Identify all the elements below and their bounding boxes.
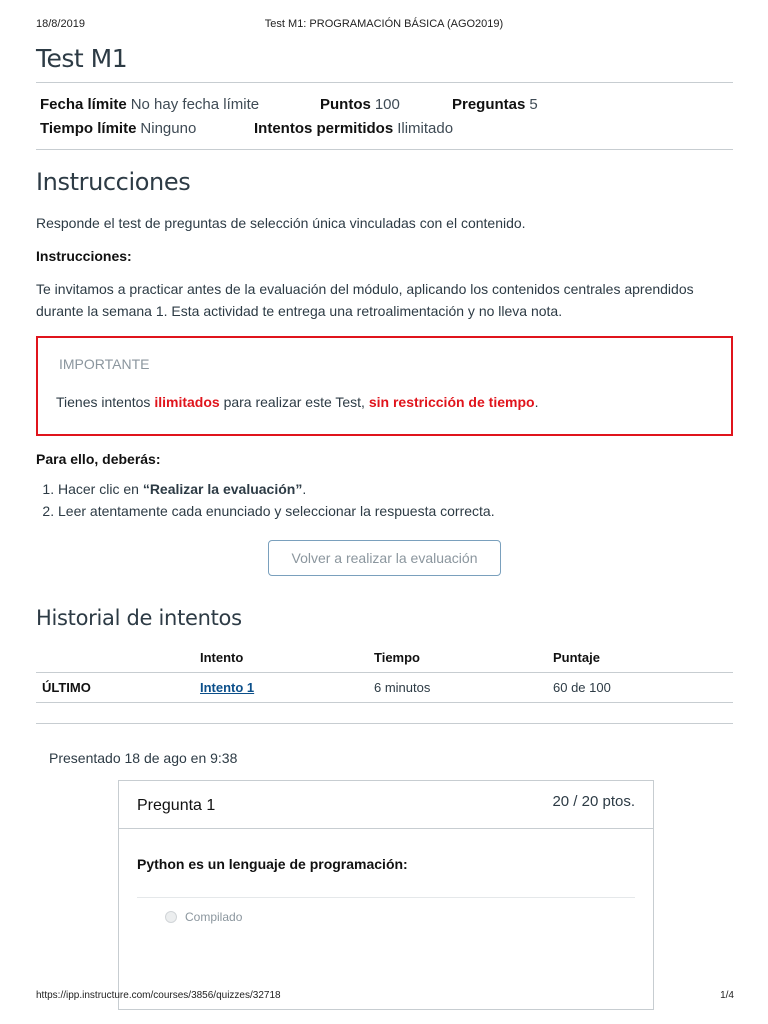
highlight-no-time-limit: sin restricción de tiempo (368, 394, 535, 410)
divider (36, 149, 733, 150)
page-url: https://ipp.instructure.com/courses/3856… (36, 990, 281, 1001)
attempt-time: 6 minutos (374, 672, 553, 703)
questions-detail: Preguntas 5 (452, 96, 538, 113)
column-header: Puntaje (553, 646, 733, 673)
important-title: IMPORTANTE (59, 356, 150, 372)
retake-quiz-button[interactable]: Volver a realizar la evaluación (268, 540, 501, 576)
step-item: Hacer clic en “Realizar la evaluación”. (58, 478, 733, 500)
attempts-detail: Intentos permitidos Ilimitado (254, 120, 454, 137)
highlight-unlimited: ilimitados (154, 394, 220, 410)
answer-label: Compilado (185, 909, 243, 924)
steps-title: Para ello, deberás: (36, 451, 161, 467)
question-header: Pregunta 1 20 / 20 ptos. (119, 780, 653, 829)
attempt-link[interactable]: Intento 1 (200, 680, 254, 695)
step-item: Leer atentamente cada enunciado y selecc… (58, 500, 733, 522)
divider (36, 722, 733, 724)
answer-option[interactable]: Compilado (137, 910, 635, 924)
instructions-intro: Responde el test de preguntas de selecci… (36, 215, 526, 231)
important-notice: IMPORTANTE Tienes intentos ilimitados pa… (36, 336, 733, 436)
question-card: Pregunta 1 20 / 20 ptos. Python es un le… (118, 779, 654, 1010)
column-header: Intento (200, 646, 374, 673)
attempt-history-table: Intento Tiempo Puntaje ÚLTIMO Intento 1 … (36, 646, 733, 703)
submitted-timestamp: Presentado 18 de ago en 9:38 (49, 749, 238, 766)
table-row: ÚLTIMO Intento 1 6 minutos 60 de 100 (36, 672, 733, 703)
quiz-content: Test M1 Fecha límite No hay fecha límite … (36, 40, 733, 1010)
question-points: 20 / 20 ptos. (552, 792, 635, 810)
print-header: 18/8/2019 Test M1: PROGRAMACIÓN BÁSICA (… (0, 0, 768, 36)
column-header: Tiempo (374, 646, 553, 673)
points-detail: Puntos 100 (320, 96, 400, 113)
time-limit-detail: Tiempo límite Ninguno (40, 120, 197, 137)
column-header (36, 646, 200, 673)
question-name: Pregunta 1 (137, 796, 216, 814)
quiz-details: Fecha límite No hay fecha límite Puntos 10… (36, 83, 733, 149)
latest-label: ÚLTIMO (36, 672, 200, 703)
page-number: 1/4 (720, 990, 734, 1001)
print-document-title: Test M1: PROGRAMACIÓN BÁSICA (AGO2019) (264, 18, 504, 30)
radio-button-icon[interactable] (165, 910, 177, 923)
steps-list: Hacer clic en “Realizar la evaluación”. … (58, 478, 733, 522)
page-title: Test M1 (36, 44, 128, 73)
instructions-title: Instrucciones (36, 168, 191, 196)
important-text: Tienes intentos ilimitados para realizar… (56, 394, 539, 410)
attempt-score: 60 de 100 (553, 672, 733, 703)
instructions-paragraph: Te invitamos a practicar antes de la eva… (36, 281, 694, 319)
instructions-subtitle: Instrucciones: (36, 248, 132, 264)
attempt-history-title: Historial de intentos (36, 606, 242, 630)
answer-list: Compilado (137, 896, 635, 924)
due-date-detail: Fecha límite No hay fecha límite (40, 96, 260, 113)
question-text: Python es un lenguaje de programación: (137, 855, 408, 872)
